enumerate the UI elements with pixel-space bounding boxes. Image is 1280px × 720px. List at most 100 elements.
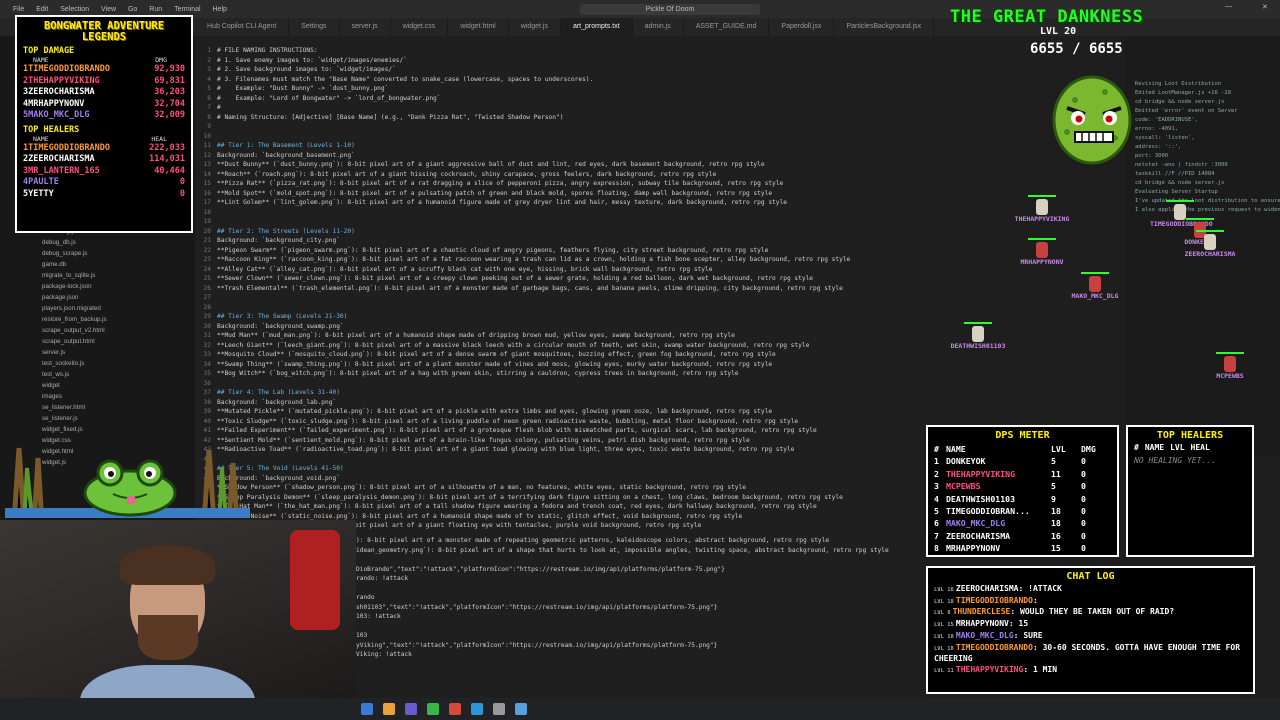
dps-damage: 0 [1081, 530, 1086, 541]
dps-damage: 0 [1081, 506, 1086, 517]
line-text: ## Tier 4: The Lab (Levels 31-40) [217, 389, 340, 396]
menu-terminal[interactable]: Terminal [174, 6, 200, 13]
legend-player: 3MR_LANTERN_165 [23, 166, 100, 178]
command-center[interactable]: Pickle Of Doom [580, 4, 760, 15]
chat-username: MAKO_MKC_DLG [955, 630, 1014, 640]
fighter-health-bar [964, 322, 992, 324]
menu-file[interactable]: File [13, 6, 24, 13]
terminal-panel[interactable]: ): 8-bit pixel art of a monster made of … [356, 536, 926, 698]
code-line: 34 **Swamp Thing** (`swamp_thing.png`): 8… [195, 360, 925, 370]
line-number: 23 [203, 256, 211, 263]
editor-tab[interactable]: widget.js [509, 18, 561, 36]
menu-run[interactable]: Run [149, 6, 162, 13]
chat-level: LVL 16 [934, 587, 954, 593]
explorer-file[interactable]: widget_fixed.js [0, 424, 195, 435]
line-number: 41 [203, 427, 211, 434]
editor-tab[interactable]: ParticlesBackground.jsx [834, 18, 935, 36]
line-text: **Mosquito Cloud** (`mosquito_cloud.png`… [217, 351, 776, 358]
explorer-file[interactable]: debug_scrape.js [0, 248, 195, 259]
menu-edit[interactable]: Edit [36, 6, 48, 13]
taskbar-app-icon[interactable] [405, 703, 417, 715]
fighter-sprite-icon [1204, 234, 1216, 250]
explorer-file[interactable]: players.json.migrated [0, 303, 195, 314]
editor-tab[interactable]: ASSET_GUIDE.md [684, 18, 770, 36]
headphones-stand [290, 530, 340, 630]
line-number: 16 [203, 189, 211, 197]
line-text: **Radioactive Toad** (`radioactive_toad.… [217, 446, 795, 453]
pickle-boss-sprite [1045, 70, 1140, 169]
code-line: 21 Background: `background_city.png` [195, 236, 925, 246]
dps-name: MCPEWBS [946, 481, 981, 492]
editor-tab[interactable]: Paperdoll.jsx [769, 18, 835, 36]
chat-log-panel: CHAT LOG LVL 16 ZEEROCHARISMA: !ATTACK LVL… [926, 566, 1255, 694]
agent-log-line: Revising Loot Distribution [1135, 81, 1222, 87]
dps-row: 3 MCPEWBS 5 0 [934, 480, 1111, 492]
fighter-sprite-icon [1224, 356, 1236, 372]
taskbar-app-icon[interactable] [493, 703, 505, 715]
code-line: 6 # Example: "Lord of Bongwater" -> `lord… [195, 94, 925, 104]
line-number: 20 [203, 227, 211, 235]
chat-username: MRHAPPYNONV [955, 619, 1009, 629]
menu-selection[interactable]: Selection [60, 6, 89, 13]
line-number: 37 [203, 389, 211, 396]
taskbar-app-icon[interactable] [471, 703, 483, 715]
explorer-file[interactable]: se_listener.html [0, 402, 195, 413]
code-line: 25 **Sewer Clown** (`sewer_clown.png`): 8… [195, 274, 925, 284]
explorer-file[interactable]: package-lock.json [0, 281, 195, 292]
line-text: **Roach** (`roach.png`): 8-bit pixel art… [217, 170, 717, 178]
explorer-file[interactable]: server.js [0, 347, 195, 358]
editor-tab[interactable]: art_prompts.txt [560, 18, 633, 36]
explorer-file[interactable]: scrape_output_v2.html [0, 325, 195, 336]
legend-row: 4MRHAPPYNONV 32,704 [23, 99, 185, 111]
explorer-file[interactable]: test_ws.js [0, 369, 195, 380]
legend-row: 4PAULTE 0 [23, 177, 185, 189]
menu-view[interactable]: View [101, 6, 116, 13]
explorer-file[interactable]: package.json [0, 292, 195, 303]
chat-message: LVL 11 THEHAPPYVIKING: 1 MIN [934, 665, 1247, 677]
line-text: **Swamp Thing** (`swamp_thing.png`): 8-b… [217, 360, 773, 368]
explorer-file[interactable]: debug_db.js [0, 237, 195, 248]
line-number: 36 [203, 379, 211, 387]
explorer-file[interactable]: scrape_output.html [0, 336, 195, 347]
explorer-file[interactable]: migrate_to_sqlite.js [0, 270, 195, 281]
taskbar-app-icon[interactable] [449, 703, 461, 715]
chat-level: LVL 18 [934, 633, 954, 640]
editor-tab[interactable]: Hub Copilot CLI Agent [195, 18, 290, 36]
explorer-file[interactable]: widget [0, 380, 195, 391]
editor-tab[interactable]: widget.html [448, 18, 509, 36]
line-text: **Mud Man** (`mud_man.png`): 8-bit pixel… [217, 332, 735, 339]
dps-rank: 6 [934, 518, 939, 529]
line-text: Background: `background_city.png` [217, 237, 340, 244]
taskbar-app-icon[interactable] [383, 703, 395, 715]
chat-message: LVL 15 MRHAPPYNONV: 15 [934, 619, 1247, 631]
code-line: 3 # 2. Save background images to: `widget… [195, 65, 925, 75]
code-line: 12 Background: `background_basement.png` [195, 151, 925, 161]
editor-tab[interactable]: server.js [340, 18, 391, 36]
explorer-file[interactable]: test_socketio.js [0, 358, 195, 369]
menu-go[interactable]: Go [128, 6, 137, 13]
explorer-file[interactable]: game.db [0, 259, 195, 270]
dps-rank: 1 [934, 456, 939, 467]
editor-tab[interactable]: widget.css [391, 18, 449, 36]
line-number: 27 [203, 294, 211, 301]
explorer-file[interactable]: images [0, 391, 195, 402]
chat-message: LVL 16 ZEEROCHARISMA: !ATTACK [934, 584, 1247, 596]
menu-help[interactable]: Help [213, 6, 227, 13]
taskbar-app-icon[interactable] [427, 703, 439, 715]
legend-row: 1TIMEGODDIOBRANDO 222,033 [23, 143, 185, 155]
dps-damage: 0 [1081, 518, 1086, 529]
line-text: Background: `background_swamp.png` [217, 322, 344, 330]
editor-tab[interactable]: admin.js [633, 18, 684, 36]
line-number: 34 [203, 360, 211, 368]
taskbar-app-icon[interactable] [515, 703, 527, 715]
col-dmg: DMG [1081, 444, 1096, 454]
dps-name: DONKEYOK [946, 456, 986, 467]
fighter-sprite-icon [1036, 242, 1048, 258]
editor-tab[interactable]: Settings [289, 18, 340, 36]
taskbar-app-icon[interactable] [361, 703, 373, 715]
explorer-file[interactable]: restore_from_backup.js [0, 314, 195, 325]
line-text: Background: `background_lab.png` [217, 398, 337, 406]
explorer-file[interactable]: se_listener.js [0, 413, 195, 424]
close-icon[interactable]: ✕ [1262, 3, 1268, 11]
terminal-line: rando [356, 594, 375, 601]
